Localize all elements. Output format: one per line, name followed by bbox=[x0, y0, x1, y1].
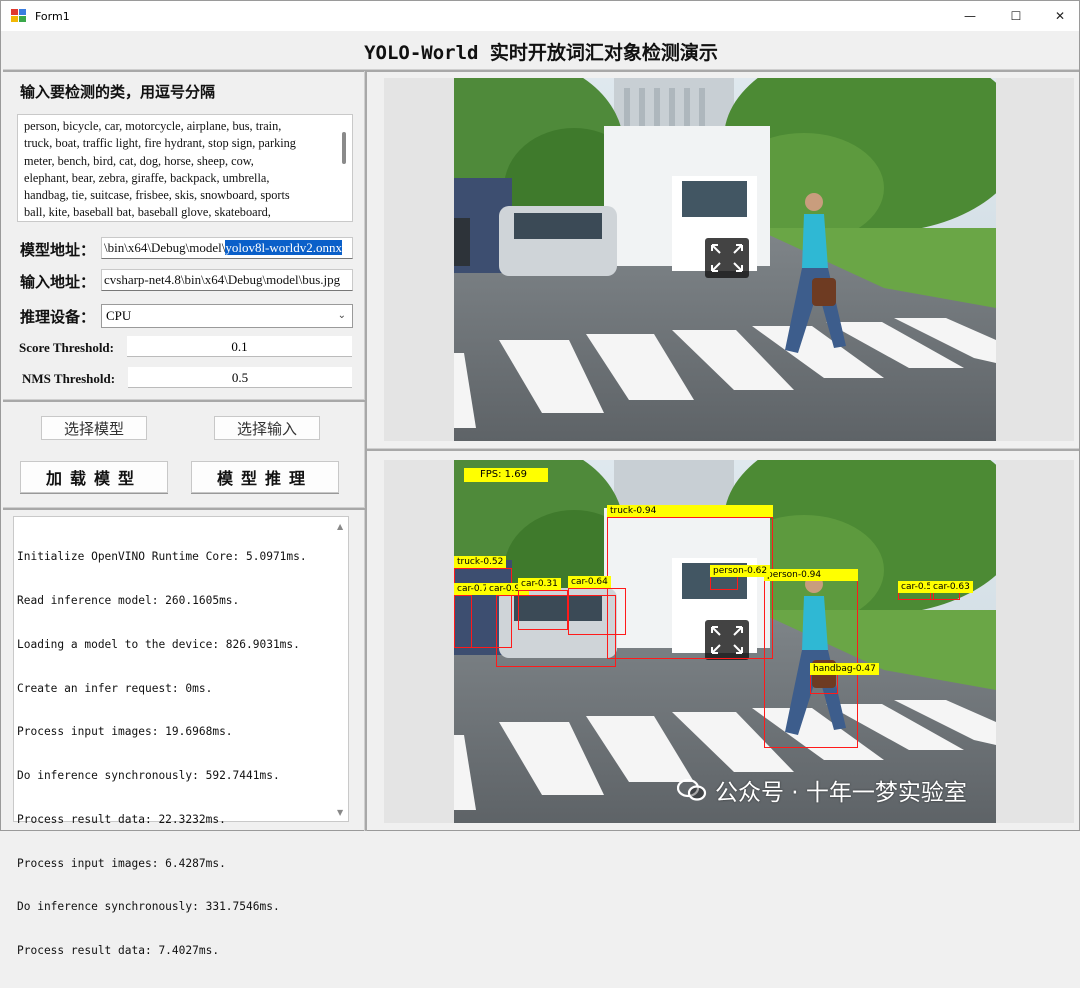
classes-scrollbar[interactable] bbox=[342, 132, 346, 164]
detection-label: person-0.94 bbox=[764, 569, 858, 581]
watermark: 公众号 · 十年一梦实验室 bbox=[677, 773, 967, 807]
nms-threshold-label: NMS Threshold: bbox=[22, 371, 116, 386]
input-path-input[interactable]: cvsharp-net4.8\bin\x64\Debug\model\bus.j… bbox=[101, 269, 353, 291]
fps-label: FPS: 1.69 bbox=[464, 468, 548, 482]
detection-box bbox=[568, 588, 626, 635]
log-line: Loading a model to the device: 826.9031m… bbox=[17, 637, 300, 651]
wechat-icon bbox=[677, 779, 707, 801]
log-line: Do inference synchronously: 331.7546ms. bbox=[17, 900, 280, 914]
input-image-panel bbox=[384, 78, 1074, 441]
scroll-down-icon[interactable]: ▼ bbox=[337, 808, 343, 817]
model-path-prefix: \bin\x64\Debug\model\ bbox=[104, 240, 226, 255]
model-path-input[interactable]: \bin\x64\Debug\model\yolov8l-worldv2.onn… bbox=[101, 237, 353, 259]
detection-box bbox=[710, 576, 738, 590]
detection-box bbox=[454, 595, 472, 648]
detection-label: truck-0.52 bbox=[454, 556, 507, 568]
expand-icon[interactable] bbox=[705, 238, 749, 278]
main-window: Form1 — ☐ ✕ YOLO-World 实时开放词汇对象检测演示 输入要检… bbox=[0, 0, 1080, 957]
load-model-button[interactable]: 加载模型 bbox=[20, 461, 168, 493]
model-path-label: 模型地址： bbox=[20, 241, 96, 259]
classes-line: meter, bench, bird, cat, dog, horse, she… bbox=[24, 153, 254, 168]
maximize-button[interactable]: ☐ bbox=[993, 1, 1039, 31]
detection-label: car-0.63 bbox=[930, 581, 973, 593]
result-image: FPS: 1.69 truck-0.94 truck-0.52 car-0.77… bbox=[454, 460, 996, 823]
classes-text: person, bicycle, car, motorcycle, airpla… bbox=[24, 118, 336, 222]
classes-label: 输入要检测的类，用逗号分隔 bbox=[20, 83, 216, 101]
select-input-button[interactable]: 选择输入 bbox=[214, 416, 320, 440]
log-line: Create an infer request: 0ms. bbox=[17, 681, 213, 695]
watermark-text: 公众号 · 十年一梦实验室 bbox=[715, 780, 967, 806]
nms-threshold-input[interactable]: 0.5 bbox=[128, 367, 352, 388]
classes-line: truck, boat, traffic light, fire hydrant… bbox=[24, 136, 296, 151]
input-path-label: 输入地址： bbox=[20, 273, 96, 291]
image-divider bbox=[367, 448, 1079, 451]
maximize-icon: ☐ bbox=[1010, 9, 1022, 23]
detection-label: truck-0.94 bbox=[607, 505, 773, 517]
log-line: Process input images: 19.6968ms. bbox=[17, 725, 233, 739]
app-icon bbox=[11, 9, 27, 23]
detection-box bbox=[607, 517, 773, 659]
chevron-down-icon: ⌄ bbox=[337, 310, 346, 321]
detection-box bbox=[810, 674, 838, 694]
device-value: CPU bbox=[106, 308, 132, 323]
classes-textarea[interactable]: person, bicycle, car, motorcycle, airpla… bbox=[17, 114, 353, 222]
detection-label: car-0.64 bbox=[568, 576, 611, 588]
window-title: Form1 bbox=[35, 9, 70, 23]
page-title: YOLO-World 实时开放词汇对象检测演示 bbox=[364, 41, 718, 64]
minimize-icon: — bbox=[964, 9, 976, 23]
detection-label: car-0.31 bbox=[518, 578, 561, 590]
close-icon: ✕ bbox=[1054, 9, 1066, 23]
header-divider bbox=[3, 69, 1079, 72]
detection-box bbox=[898, 592, 934, 600]
buttons-divider bbox=[3, 507, 365, 510]
street-scene-image bbox=[454, 78, 996, 441]
detection-label: person-0.62 bbox=[710, 565, 771, 577]
score-threshold-input[interactable]: 0.1 bbox=[127, 336, 352, 357]
log-line: Read inference model: 260.1605ms. bbox=[17, 593, 240, 607]
log-line: Process result data: 7.4027ms. bbox=[17, 944, 220, 958]
score-threshold-label: Score Threshold: bbox=[19, 340, 114, 355]
device-select[interactable]: CPU ⌄ bbox=[101, 304, 353, 328]
detection-box bbox=[930, 592, 960, 600]
model-path-selection: yolov8l-worldv2.onnx bbox=[225, 240, 342, 255]
result-image-panel: FPS: 1.69 truck-0.94 truck-0.52 car-0.77… bbox=[384, 460, 1074, 823]
log-line: Process input images: 6.4287ms. bbox=[17, 856, 226, 870]
classes-line: elephant, bear, zebra, giraffe, backpack… bbox=[24, 170, 270, 185]
classes-line: ball, kite, baseball bat, baseball glove… bbox=[24, 205, 271, 220]
log-textarea[interactable]: Initialize OpenVINO Runtime Core: 5.0971… bbox=[13, 516, 349, 957]
select-model-button[interactable]: 选择模型 bbox=[41, 416, 147, 440]
detection-box bbox=[518, 590, 568, 630]
log-text: Initialize OpenVINO Runtime Core: 5.0971… bbox=[17, 521, 307, 988]
log-line: Do inference synchronously: 592.7441ms. bbox=[17, 769, 280, 783]
device-label: 推理设备： bbox=[20, 308, 96, 326]
detection-label: handbag-0.47 bbox=[810, 663, 879, 675]
close-button[interactable]: ✕ bbox=[1037, 1, 1080, 31]
log-scrollbar[interactable]: ▲ ▼ bbox=[334, 517, 348, 821]
log-line: Process result data: 22.3232ms. bbox=[17, 812, 226, 826]
classes-line: handbag, tie, suitcase, frisbee, skis, s… bbox=[24, 188, 290, 203]
classes-line: person, bicycle, car, motorcycle, airpla… bbox=[24, 119, 282, 133]
minimize-button[interactable]: — bbox=[947, 1, 993, 31]
settings-divider bbox=[3, 399, 365, 402]
vertical-divider bbox=[364, 71, 367, 831]
inference-button[interactable]: 模型推理 bbox=[191, 461, 339, 493]
title-bar[interactable]: Form1 — ☐ ✕ bbox=[1, 1, 1079, 31]
log-line: Initialize OpenVINO Runtime Core: 5.0971… bbox=[17, 550, 307, 564]
scroll-up-icon[interactable]: ▲ bbox=[337, 522, 343, 531]
input-image bbox=[454, 78, 996, 441]
